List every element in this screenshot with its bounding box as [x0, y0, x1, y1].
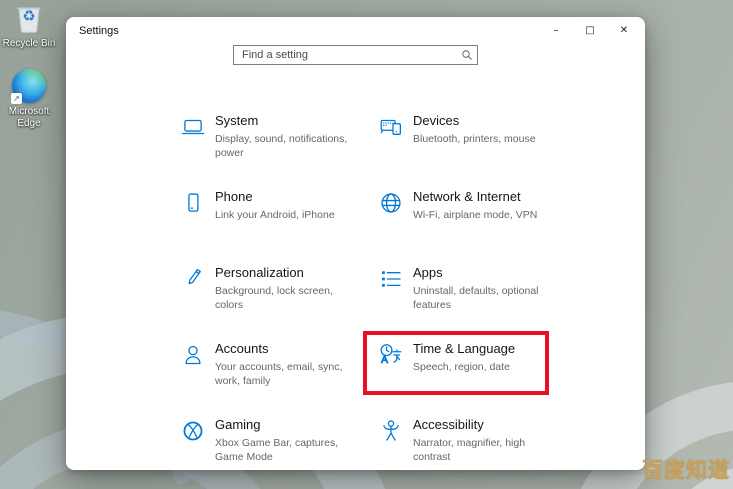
accounts-icon [180, 342, 206, 368]
category-description: Display, sound, notifications, power [215, 132, 361, 160]
settings-category-grid: System Display, sound, notifications, pow… [180, 113, 576, 470]
category-text: Accounts Your accounts, email, sync, work… [215, 341, 361, 388]
phone-icon [180, 190, 206, 216]
desktop-icon-microsoft-edge[interactable]: ↗ Microsoft Edge [1, 68, 57, 130]
settings-category-accessibility[interactable]: Accessibility Narrator, magnifier, high c… [378, 417, 576, 470]
maximize-button[interactable]: □ [573, 17, 607, 44]
category-description: Uninstall, defaults, optional features [413, 284, 559, 312]
category-text: Accessibility Narrator, magnifier, high c… [413, 417, 559, 464]
minimize-button[interactable]: – [539, 17, 573, 44]
desktop-icon-label: Recycle Bin [3, 38, 56, 50]
devices-icon [378, 114, 404, 140]
settings-category-devices[interactable]: Devices Bluetooth, printers, mouse [378, 113, 576, 189]
settings-category-personalization[interactable]: Personalization Background, lock screen, … [180, 265, 378, 341]
category-description: Wi-Fi, airplane mode, VPN [413, 208, 559, 222]
personalization-icon [180, 266, 206, 292]
category-description: Link your Android, iPhone [215, 208, 361, 222]
settings-category-phone[interactable]: Phone Link your Android, iPhone [180, 189, 378, 265]
category-name: Accounts [215, 341, 361, 357]
settings-category-time-language[interactable]: Time & Language Speech, region, date [378, 341, 576, 417]
shortcut-arrow-icon: ↗ [11, 93, 22, 104]
category-name: Accessibility [413, 417, 559, 433]
gaming-icon [180, 418, 206, 444]
category-text: Network & Internet Wi-Fi, airplane mode, … [413, 189, 559, 222]
category-name: Devices [413, 113, 559, 129]
category-description: Your accounts, email, sync, work, family [215, 360, 361, 388]
recycle-symbol: ♻ [11, 7, 47, 25]
category-description: Background, lock screen, colors [215, 284, 361, 312]
system-icon [180, 114, 206, 140]
category-description: Narrator, magnifier, high contrast [413, 436, 559, 464]
category-text: Personalization Background, lock screen, … [215, 265, 361, 312]
desktop-icon-label: Microsoft Edge [1, 106, 57, 130]
time-language-icon [378, 342, 404, 368]
category-text: Time & Language Speech, region, date [413, 341, 559, 374]
apps-icon [378, 266, 404, 292]
category-name: Apps [413, 265, 559, 281]
category-name: Time & Language [413, 341, 559, 357]
category-name: System [215, 113, 361, 129]
watermark: 百度知道 [642, 454, 730, 484]
category-description: Speech, region, date [413, 360, 559, 374]
recycle-bin-icon: ♻ [11, 0, 47, 36]
category-text: Apps Uninstall, defaults, optional featur… [413, 265, 559, 312]
network-icon [378, 190, 404, 216]
category-text: Gaming Xbox Game Bar, captures, Game Mode [215, 417, 361, 464]
settings-window: Settings – □ ✕ System Display, sound, not… [66, 17, 645, 470]
search-box [233, 45, 478, 65]
category-text: Phone Link your Android, iPhone [215, 189, 361, 222]
category-name: Phone [215, 189, 361, 205]
category-name: Gaming [215, 417, 361, 433]
settings-category-network-internet[interactable]: Network & Internet Wi-Fi, airplane mode, … [378, 189, 576, 265]
close-button[interactable]: ✕ [607, 17, 641, 44]
settings-category-gaming[interactable]: Gaming Xbox Game Bar, captures, Game Mode [180, 417, 378, 470]
category-name: Network & Internet [413, 189, 559, 205]
title-bar[interactable]: Settings – □ ✕ [66, 17, 645, 44]
desktop-icon-list: ♻ Recycle Bin ↗ Microsoft Edge [1, 0, 57, 130]
category-description: Xbox Game Bar, captures, Game Mode [215, 436, 361, 464]
settings-category-system[interactable]: System Display, sound, notifications, pow… [180, 113, 378, 189]
settings-category-accounts[interactable]: Accounts Your accounts, email, sync, work… [180, 341, 378, 417]
category-text: System Display, sound, notifications, pow… [215, 113, 361, 160]
desktop-icon-recycle-bin[interactable]: ♻ Recycle Bin [1, 0, 57, 50]
category-description: Bluetooth, printers, mouse [413, 132, 559, 146]
magnifier-icon [461, 49, 473, 61]
edge-icon: ↗ [11, 68, 47, 104]
category-text: Devices Bluetooth, printers, mouse [413, 113, 559, 146]
window-controls: – □ ✕ [539, 17, 641, 44]
search-input[interactable] [233, 45, 478, 65]
category-name: Personalization [215, 265, 361, 281]
accessibility-icon [378, 418, 404, 444]
window-title: Settings [79, 25, 119, 37]
settings-category-apps[interactable]: Apps Uninstall, defaults, optional featur… [378, 265, 576, 341]
